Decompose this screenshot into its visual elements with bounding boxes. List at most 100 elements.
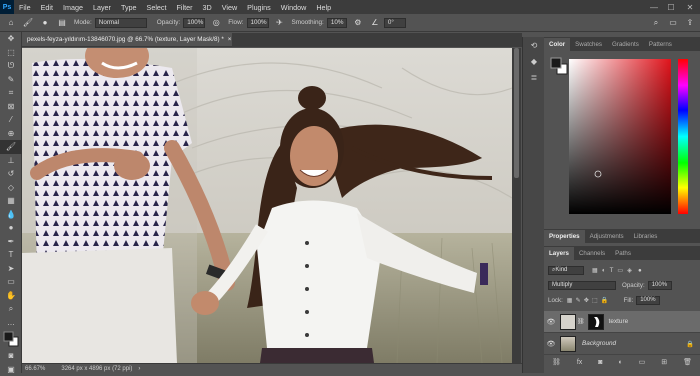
tab-libraries[interactable]: Libraries (629, 230, 663, 243)
share-icon[interactable]: ⇪ (684, 17, 696, 29)
pen-icon[interactable]: ✒ (0, 235, 22, 249)
eraser-icon[interactable]: ◇ (0, 181, 22, 195)
maximize-button[interactable]: ☐ (664, 0, 678, 14)
angle-input[interactable]: 0° (384, 18, 406, 28)
link-layers-icon[interactable]: ⛓ (552, 358, 561, 366)
menu-help[interactable]: Help (311, 3, 336, 12)
smoothing-settings-icon[interactable]: ⚙ (352, 17, 364, 29)
layer-mask-thumbnail[interactable] (588, 314, 604, 330)
menu-edit[interactable]: Edit (36, 3, 58, 12)
layer-row-texture[interactable]: 👁 ⛓ texture (544, 311, 700, 333)
tab-patterns[interactable]: Patterns (644, 38, 677, 51)
blur-icon[interactable]: 💧 (0, 208, 22, 222)
layer-name[interactable]: texture (609, 318, 629, 325)
document-tab[interactable]: pexels-feyza-yıldırım-13846070.jpg @ 66.… (22, 33, 232, 47)
menu-3d[interactable]: 3D (198, 3, 217, 12)
quickmask-icon[interactable]: ◙ (0, 349, 22, 363)
type-icon[interactable]: T (0, 248, 22, 262)
fill-input[interactable]: 100% (636, 296, 660, 305)
more-icon[interactable]: … (0, 316, 22, 330)
tab-layers[interactable]: Layers (544, 247, 574, 260)
brush-settings-panel-icon[interactable]: ≣ (523, 69, 545, 85)
lock-icons[interactable]: ▦✎✥⬚🔒 (567, 296, 612, 304)
layer-opacity-input[interactable]: 100% (648, 281, 672, 290)
delete-layer-icon[interactable]: 🗑 (683, 358, 692, 366)
blend-mode-select[interactable]: Multiply (548, 281, 616, 290)
hue-slider[interactable] (678, 59, 688, 214)
close-window-button[interactable]: ✕ (683, 0, 697, 14)
frame-icon[interactable]: ⊠ (0, 100, 22, 114)
layer-row-background[interactable]: 👁 Background 🔒 (544, 333, 700, 355)
gradient-icon[interactable]: ▦ (0, 194, 22, 208)
history-brush-icon[interactable]: ↺ (0, 167, 22, 181)
color-picker-field[interactable] (569, 59, 671, 214)
tab-gradients[interactable]: Gradients (607, 38, 644, 51)
close-tab-icon[interactable]: × (228, 36, 232, 43)
menu-filter[interactable]: Filter (172, 3, 198, 12)
pressure-opacity-icon[interactable]: ◎ (210, 17, 222, 29)
layer-thumbnail[interactable] (560, 314, 576, 330)
airbrush-icon[interactable]: ✈ (274, 17, 286, 29)
tab-adjustments[interactable]: Adjustments (585, 230, 629, 243)
menu-select[interactable]: Select (142, 3, 172, 12)
fg-bg-color-swatch[interactable] (550, 57, 568, 75)
menu-type[interactable]: Type (116, 3, 142, 12)
eyedropper-icon[interactable]: ⁄ (0, 113, 22, 127)
marquee-icon[interactable]: ⬚ (0, 46, 22, 60)
tab-channels[interactable]: Channels (574, 247, 610, 260)
zoom-level[interactable]: 66.67% (25, 366, 45, 372)
workspace-icon[interactable]: ▭ (667, 17, 679, 29)
adjustment-layer-icon[interactable]: ◐ (618, 359, 622, 366)
stamp-icon[interactable]: ⊥ (0, 154, 22, 168)
tab-paths[interactable]: Paths (610, 247, 636, 260)
new-layer-icon[interactable]: ⊞ (661, 358, 667, 366)
scrollbar-thumb[interactable] (514, 48, 519, 178)
filter-toggle-icon[interactable]: ● (638, 267, 642, 274)
menu-plugins[interactable]: Plugins (242, 3, 276, 12)
flow-input[interactable]: 100% (247, 18, 269, 28)
smoothing-input[interactable]: 10% (327, 18, 347, 28)
lasso-icon[interactable]: ᘎ (0, 59, 22, 73)
color-swatch-icon[interactable] (0, 329, 22, 349)
tab-color[interactable]: Color (544, 38, 570, 51)
status-more-arrow[interactable]: › (138, 366, 140, 372)
crop-icon[interactable]: ⌗ (0, 86, 22, 100)
dodge-icon[interactable]: ● (0, 221, 22, 235)
eye-icon[interactable]: 👁 (544, 318, 558, 326)
menu-window[interactable]: Window (276, 3, 312, 12)
document-canvas[interactable] (22, 48, 512, 363)
eye-icon[interactable]: 👁 (544, 340, 558, 348)
brush-settings-icon[interactable]: ▤ (56, 17, 68, 29)
opacity-input[interactable]: 100% (183, 18, 205, 28)
path-select-icon[interactable]: ➤ (0, 262, 22, 276)
mode-select[interactable]: Normal (95, 18, 147, 28)
brush-size-icon[interactable]: ● (39, 17, 51, 29)
quick-select-icon[interactable]: ✎ (0, 73, 22, 87)
add-mask-icon[interactable]: ◙ (598, 359, 602, 366)
hand-icon[interactable]: ✋ (0, 289, 22, 303)
layer-filter-kind[interactable]: ⌕ Kind (548, 266, 584, 275)
screenmode-icon[interactable]: ▣ (0, 363, 22, 376)
new-group-icon[interactable]: ▭ (639, 358, 646, 366)
tab-swatches[interactable]: Swatches (570, 38, 607, 51)
home-icon[interactable]: ⌂ (5, 17, 17, 29)
filter-icons[interactable]: ▦◐T▭◈ (592, 267, 636, 274)
menu-view[interactable]: View (217, 3, 242, 12)
healing-icon[interactable]: ⊕ (0, 127, 22, 141)
search-icon[interactable]: ⌕ (650, 17, 662, 29)
layer-name[interactable]: Background (582, 340, 616, 347)
zoom-icon[interactable]: ⌕ (0, 302, 22, 316)
fx-icon[interactable]: fx (577, 359, 582, 366)
canvas-vertical-scrollbar[interactable] (512, 48, 521, 363)
minimize-button[interactable]: — (647, 0, 661, 14)
menu-image[interactable]: Image (58, 3, 88, 12)
link-icon[interactable]: ⛓ (577, 318, 585, 325)
brush-preset-icon[interactable]: 🖌 (22, 17, 34, 29)
layer-thumbnail[interactable] (560, 336, 576, 352)
brush-icon[interactable]: 🖌 (0, 140, 22, 154)
move-icon[interactable]: ✥ (0, 32, 22, 46)
menu-file[interactable]: File (14, 3, 36, 12)
actions-icon[interactable]: ◆ (523, 53, 545, 69)
history-icon[interactable]: ⟲ (523, 37, 545, 53)
menu-layer[interactable]: Layer (88, 3, 116, 12)
